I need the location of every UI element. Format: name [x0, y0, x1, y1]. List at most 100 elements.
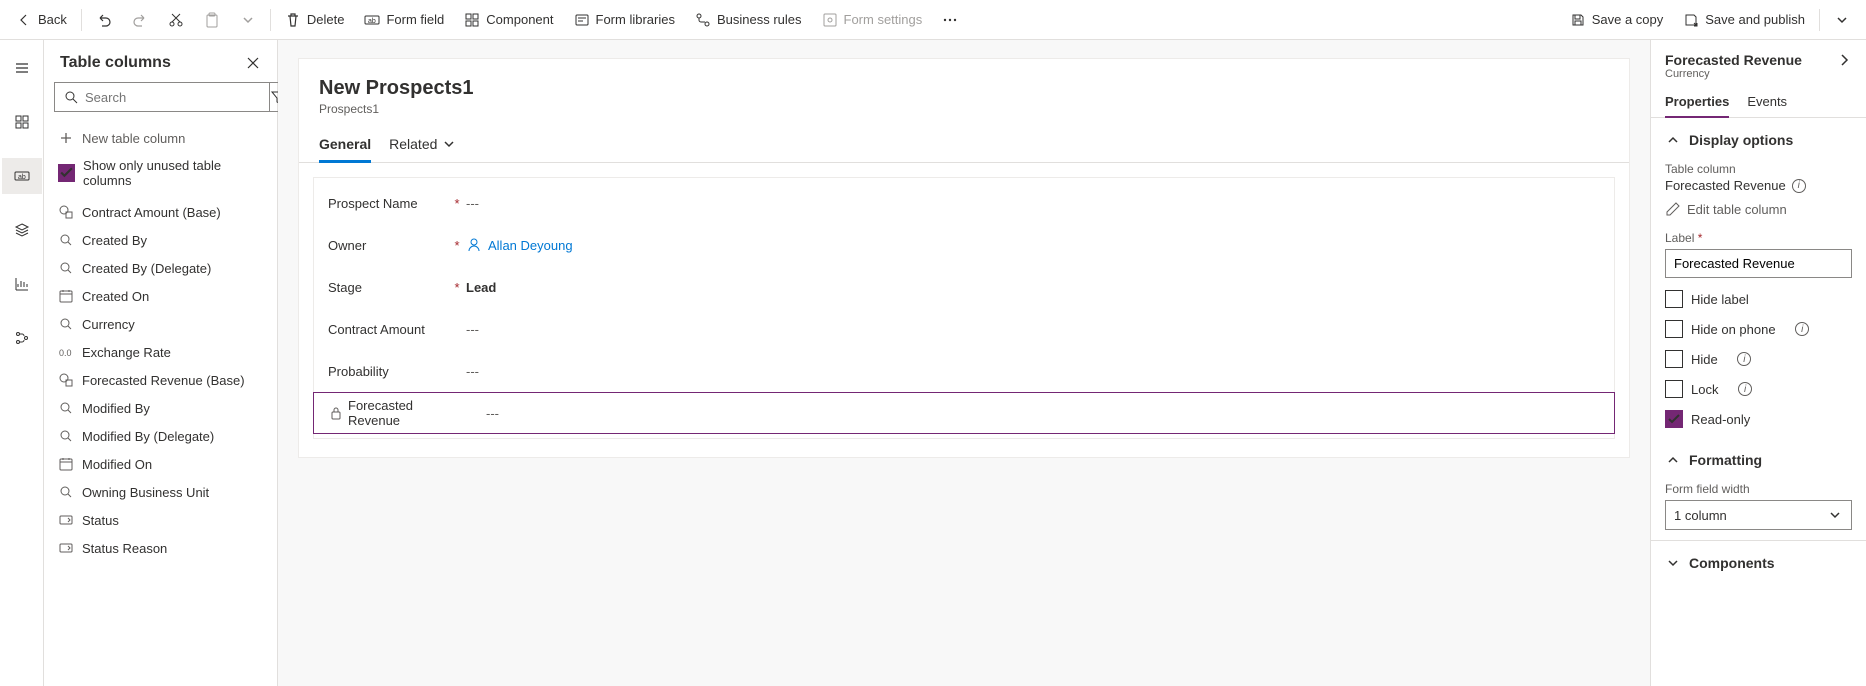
rail-layers[interactable]	[2, 212, 42, 248]
tab-properties[interactable]: Properties	[1665, 86, 1729, 117]
redo-icon	[132, 12, 148, 28]
show-unused-label: Show only unused table columns	[83, 158, 263, 188]
paste-button[interactable]	[194, 0, 230, 40]
paste-icon	[204, 12, 220, 28]
more-icon	[942, 12, 958, 28]
column-item[interactable]: Owning Business Unit	[44, 478, 277, 506]
column-item[interactable]: Modified By (Delegate)	[44, 422, 277, 450]
currency-calc-icon	[58, 372, 74, 388]
tab-general[interactable]: General	[319, 130, 371, 162]
info-icon[interactable]: i	[1795, 322, 1809, 336]
readonly-checkbox[interactable]: Read-only	[1665, 410, 1852, 428]
panel-title: Table columns	[60, 54, 245, 72]
column-item[interactable]: Exchange Rate	[44, 338, 277, 366]
bizrules-label: Business rules	[717, 12, 802, 27]
undo-icon	[96, 12, 112, 28]
column-item[interactable]: Created By	[44, 226, 277, 254]
rail-components[interactable]	[2, 104, 42, 140]
formlibs-label: Form libraries	[596, 12, 675, 27]
component-icon	[464, 12, 480, 28]
search-input[interactable]	[85, 90, 261, 105]
section-display-options[interactable]: Display options	[1651, 118, 1866, 156]
rail-hamburger[interactable]	[2, 50, 42, 86]
field-name: Forecasted Revenue	[348, 398, 468, 428]
lookup-icon	[58, 232, 74, 248]
column-item[interactable]: Currency	[44, 310, 277, 338]
paste-dropdown[interactable]	[230, 0, 266, 40]
tab-events[interactable]: Events	[1747, 86, 1787, 117]
formsettings-label: Form settings	[844, 12, 923, 27]
close-panel-button[interactable]	[245, 55, 261, 71]
column-item[interactable]: Forecasted Revenue (Base)	[44, 366, 277, 394]
hide-on-phone-checkbox[interactable]: Hide on phone i	[1665, 320, 1852, 338]
undo-button[interactable]	[86, 0, 122, 40]
info-icon[interactable]: i	[1738, 382, 1752, 396]
column-item[interactable]: Contract Amount (Base)	[44, 198, 277, 226]
plus-icon	[58, 130, 74, 146]
form-field-row[interactable]: Forecasted Revenue---	[313, 392, 1615, 434]
field-name: Stage	[328, 280, 448, 295]
save-publish-dropdown[interactable]	[1824, 0, 1860, 40]
column-label: Status Reason	[82, 541, 167, 556]
column-item[interactable]: Status	[44, 506, 277, 534]
column-label: Exchange Rate	[82, 345, 171, 360]
save-publish-button[interactable]: Save and publish	[1673, 0, 1815, 40]
table-column-value: Forecasted Revenuei	[1665, 178, 1852, 193]
chevron-down-icon	[1827, 507, 1843, 523]
column-item[interactable]: Modified By	[44, 394, 277, 422]
command-bar: Back Delete Form field Component Form li…	[0, 0, 1866, 40]
formlibraries-button[interactable]: Form libraries	[564, 0, 685, 40]
checkbox-checked-icon	[58, 164, 75, 182]
table-columns-panel: Table columns New table column	[44, 40, 278, 686]
column-label: Modified On	[82, 457, 152, 472]
column-item[interactable]: Modified On	[44, 450, 277, 478]
formfield-button[interactable]: Form field	[354, 0, 454, 40]
rail-chart[interactable]	[2, 266, 42, 302]
tab-related[interactable]: Related	[389, 130, 457, 162]
form-field-row[interactable]: Contract Amount---	[314, 308, 1614, 350]
rail-columns[interactable]	[2, 158, 42, 194]
edit-table-column-link[interactable]: Edit table column	[1665, 201, 1852, 217]
field-name: Prospect Name	[328, 196, 448, 211]
expand-panel-button[interactable]	[1836, 52, 1852, 68]
formsettings-button[interactable]: Form settings	[812, 0, 933, 40]
column-label: Status	[82, 513, 119, 528]
column-item[interactable]: Created By (Delegate)	[44, 254, 277, 282]
component-label: Component	[486, 12, 553, 27]
checkbox-checked-icon	[1665, 410, 1683, 428]
rail-tree[interactable]	[2, 320, 42, 356]
cut-button[interactable]	[158, 0, 194, 40]
back-button[interactable]: Back	[6, 0, 77, 40]
hide-label-checkbox[interactable]: Hide label	[1665, 290, 1852, 308]
width-select[interactable]: 1 column	[1665, 500, 1852, 530]
lock-checkbox[interactable]: Lock i	[1665, 380, 1852, 398]
lookup-icon	[58, 428, 74, 444]
formfield-icon	[14, 168, 30, 184]
show-unused-checkbox[interactable]: Show only unused table columns	[54, 152, 267, 194]
new-column-link[interactable]: New table column	[54, 124, 267, 152]
delete-button[interactable]: Delete	[275, 0, 355, 40]
save-publish-icon	[1683, 12, 1699, 28]
back-label: Back	[38, 12, 67, 27]
info-icon[interactable]: i	[1737, 352, 1751, 366]
optionset-icon	[58, 512, 74, 528]
form-field-row[interactable]: Prospect Name*---	[314, 182, 1614, 224]
info-icon[interactable]: i	[1792, 179, 1806, 193]
component-button[interactable]: Component	[454, 0, 563, 40]
column-item[interactable]: Created On	[44, 282, 277, 310]
layers-icon	[14, 222, 30, 238]
properties-panel: Forecasted Revenue Currency Properties E…	[1650, 40, 1866, 686]
label-input[interactable]	[1665, 249, 1852, 278]
section-formatting[interactable]: Formatting	[1651, 438, 1866, 476]
column-item[interactable]: Status Reason	[44, 534, 277, 562]
overflow-button[interactable]	[932, 0, 968, 40]
businessrules-button[interactable]: Business rules	[685, 0, 812, 40]
form-field-row[interactable]: Owner*Allan Deyoung	[314, 224, 1614, 266]
redo-button[interactable]	[122, 0, 158, 40]
save-copy-button[interactable]: Save a copy	[1560, 0, 1674, 40]
form-field-row[interactable]: Stage*Lead	[314, 266, 1614, 308]
section-components[interactable]: Components	[1651, 540, 1866, 585]
decimal-icon	[58, 344, 74, 360]
form-field-row[interactable]: Probability---	[314, 350, 1614, 392]
hide-checkbox[interactable]: Hide i	[1665, 350, 1852, 368]
